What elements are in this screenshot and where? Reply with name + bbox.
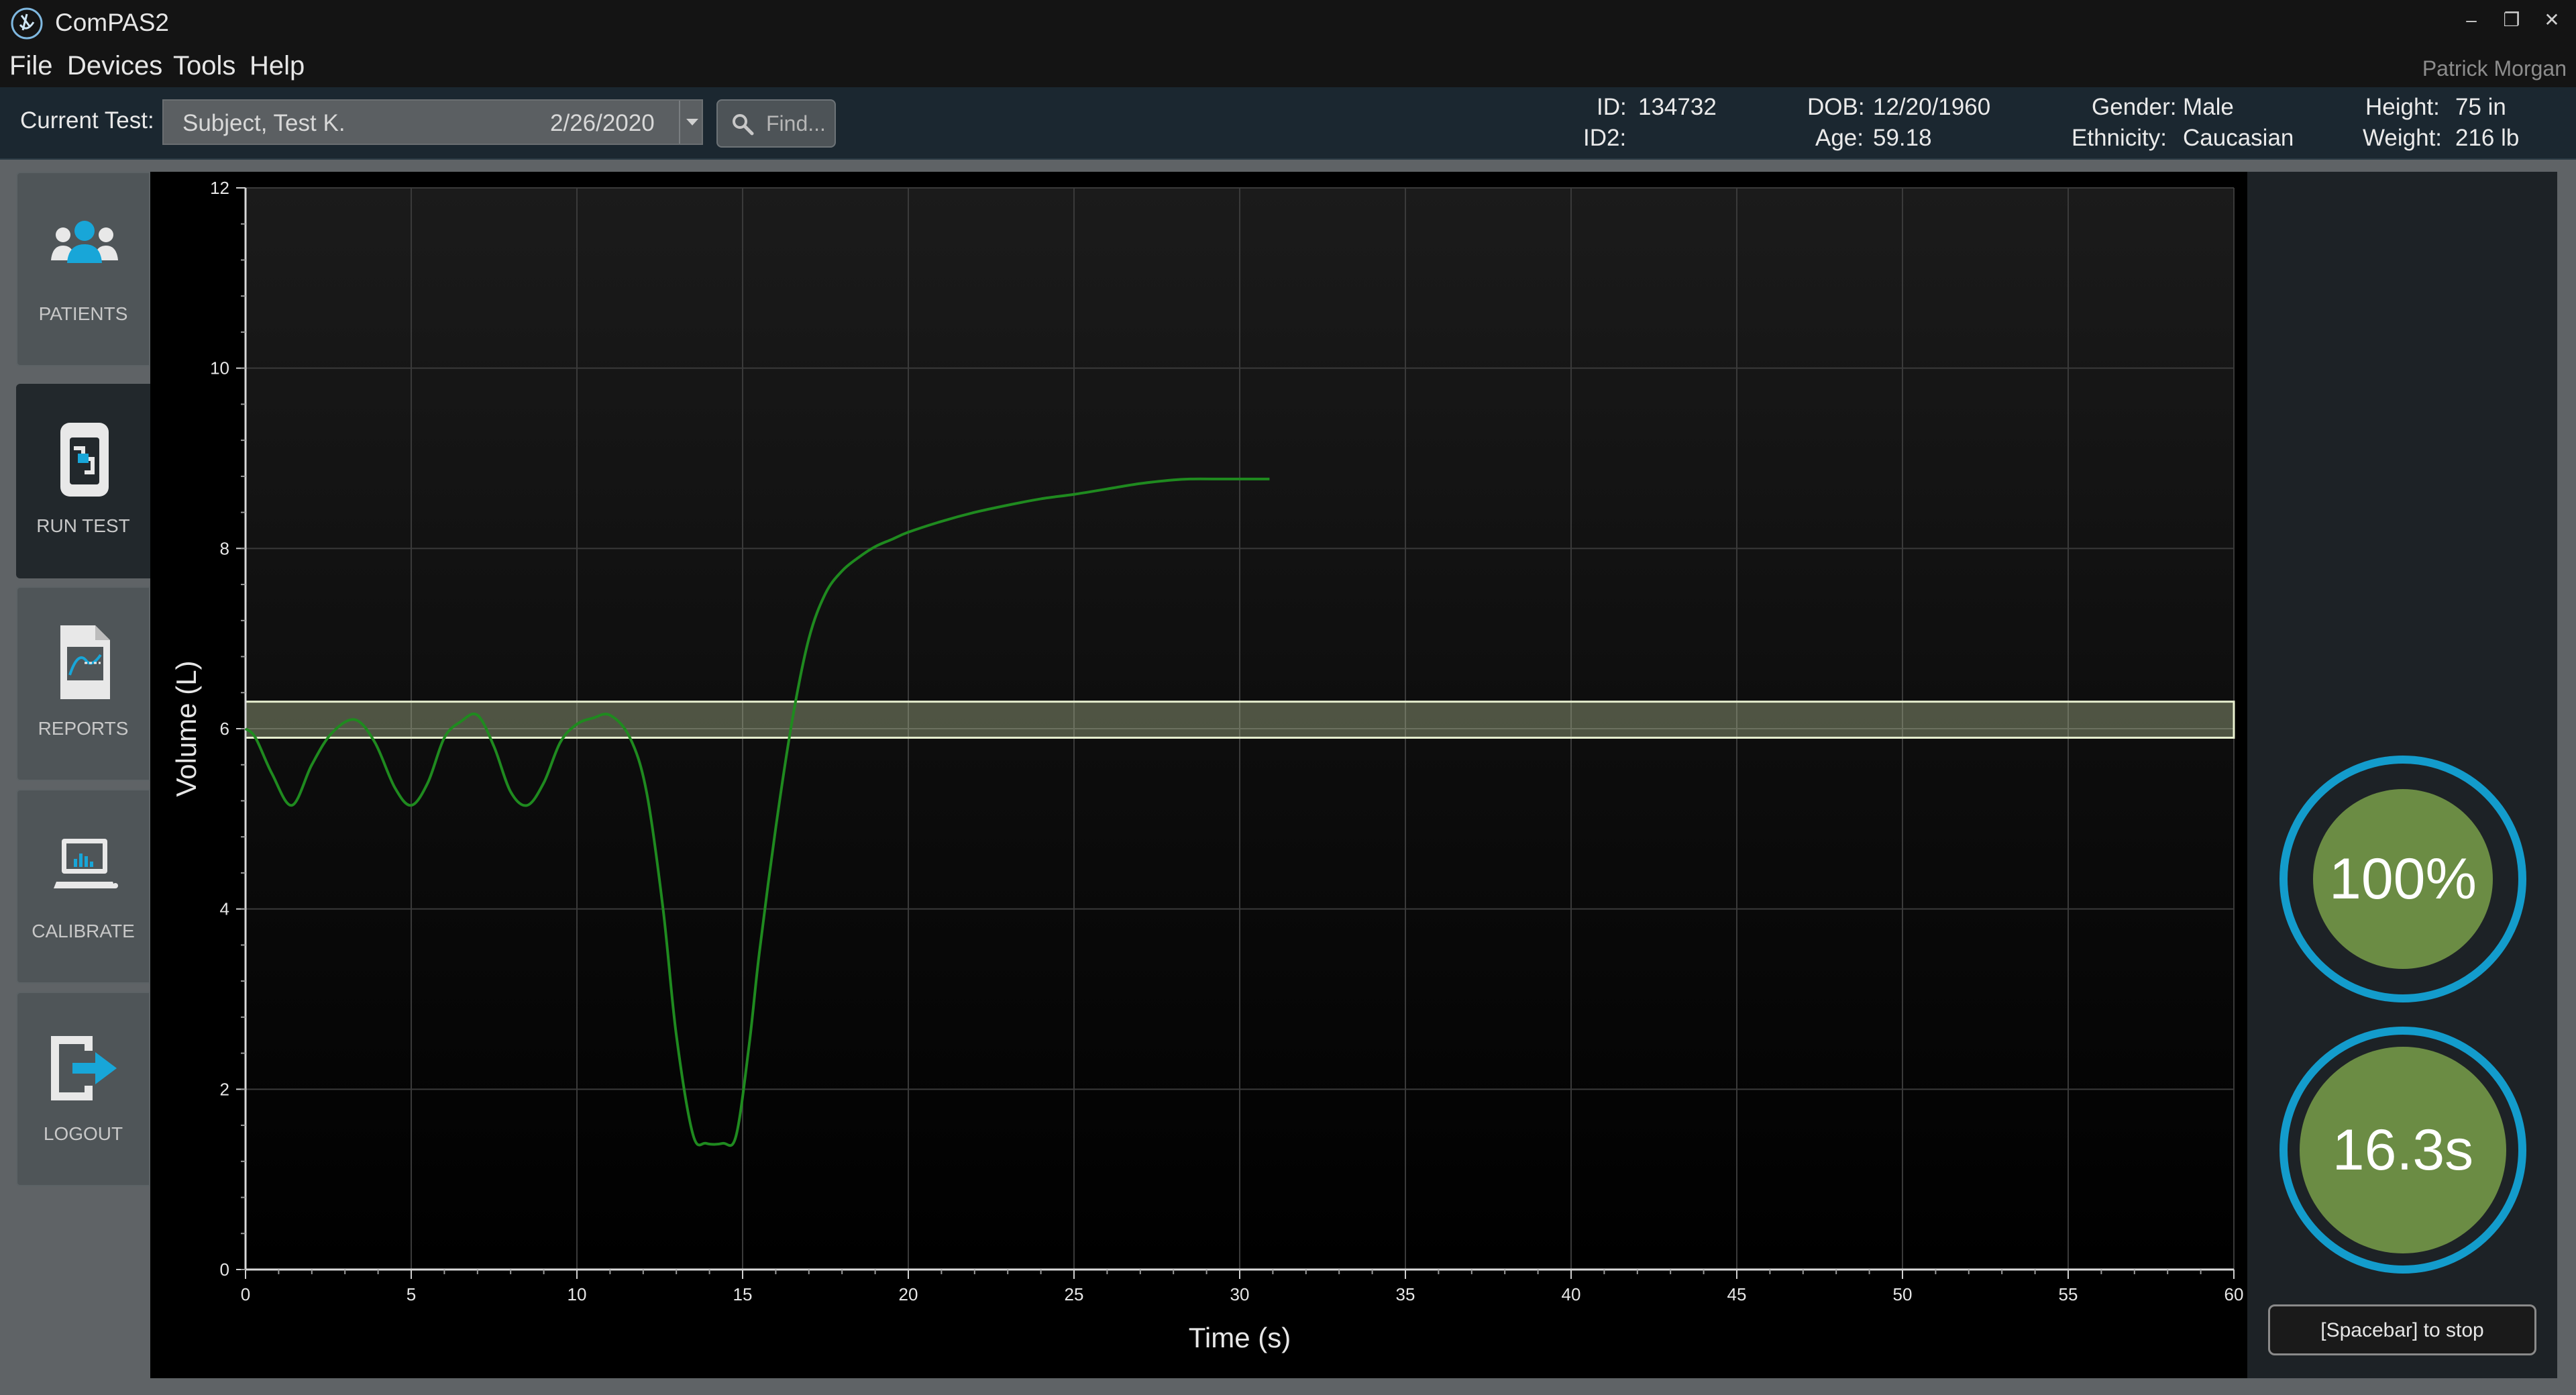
x-tick-label: 30 <box>1230 1284 1250 1304</box>
right-panel: 100% 16.3s [Spacebar] to stop <box>2247 172 2557 1378</box>
ethnicity-label: Ethnicity: <box>2072 125 2167 151</box>
sidebar-label-calibrate: CALIBRATE <box>32 921 135 941</box>
gender-value: Male <box>2183 94 2234 120</box>
y-axis-label: Volume (L) <box>170 660 202 796</box>
x-tick-label: 60 <box>2224 1284 2244 1304</box>
sidebar-label-patients: PATIENTS <box>38 303 128 324</box>
calibrate-icon <box>54 839 118 888</box>
app-title: ComPAS2 <box>55 9 169 36</box>
y-tick-label: 6 <box>220 719 229 739</box>
sidebar-item-calibrate[interactable]: CALIBRATE <box>16 789 150 984</box>
height-value: 75 in <box>2455 94 2506 120</box>
patient-info-bar: Current Test: Subject, Test K. 2/26/2020… <box>0 87 2576 160</box>
x-tick-label: 25 <box>1065 1284 1084 1304</box>
time-value: 16.3s <box>2300 1047 2506 1253</box>
current-test-label: Current Test: <box>20 107 154 134</box>
ethnicity-value: Caucasian <box>2183 125 2294 151</box>
percent-gauge: 100% <box>2279 756 2526 1002</box>
weight-value: 216 lb <box>2455 125 2520 151</box>
sidebar-item-run-test[interactable]: RUN TEST <box>16 384 150 578</box>
x-tick-label: 55 <box>2059 1284 2078 1304</box>
percent-value: 100% <box>2313 789 2493 969</box>
find-button[interactable]: Find... <box>716 99 836 148</box>
test-date: 2/26/2020 <box>550 110 655 136</box>
x-axis-label: Time (s) <box>1189 1322 1291 1353</box>
close-button[interactable]: ✕ <box>2533 5 2571 35</box>
x-tick-label: 0 <box>241 1284 250 1304</box>
x-tick-label: 35 <box>1396 1284 1415 1304</box>
patients-icon <box>51 221 118 263</box>
target-band <box>244 701 2235 739</box>
height-label: Height: <box>2365 94 2440 120</box>
y-tick-label: 2 <box>220 1079 229 1099</box>
gender-label: Gender: <box>2092 94 2177 120</box>
age-value: 59.18 <box>1873 125 1932 151</box>
menu-help[interactable]: Help <box>250 51 305 81</box>
y-tick-label: 12 <box>210 178 229 198</box>
find-label: Find... <box>766 111 826 136</box>
x-tick-label: 10 <box>568 1284 587 1304</box>
menu-bar: File Devices Tools Help Patrick Morgan <box>0 47 2576 87</box>
sidebar-label-logout: LOGOUT <box>43 1123 123 1144</box>
y-tick-label: 0 <box>220 1259 229 1280</box>
y-tick-label: 8 <box>220 538 229 558</box>
app-logo-icon <box>11 7 43 40</box>
time-gauge: 16.3s <box>2279 1027 2526 1274</box>
user-name[interactable]: Patrick Morgan <box>2422 56 2567 81</box>
current-test-select[interactable]: Subject, Test K. 2/26/2020 <box>162 99 703 145</box>
target-band-rect <box>244 701 2235 739</box>
x-tick-label: 5 <box>407 1284 416 1304</box>
chevron-down-icon[interactable] <box>679 101 704 144</box>
id-value: 134732 <box>1638 94 1717 120</box>
weight-label: Weight: <box>2363 125 2443 151</box>
id-label: ID: <box>1597 94 1627 120</box>
sidebar-label-reports: REPORTS <box>38 718 129 739</box>
dob-value: 12/20/1960 <box>1873 94 1991 120</box>
stop-button[interactable]: [Spacebar] to stop <box>2268 1304 2536 1355</box>
menu-devices[interactable]: Devices <box>67 51 162 81</box>
y-tick-label: 10 <box>210 358 229 378</box>
menu-tools[interactable]: Tools <box>173 51 235 81</box>
restore-button[interactable]: ❐ <box>2493 5 2530 35</box>
search-icon <box>733 114 754 136</box>
x-tick-label: 45 <box>1727 1284 1747 1304</box>
y-tick-label: 4 <box>220 899 229 919</box>
subject-name: Subject, Test K. <box>182 110 345 136</box>
id2-label: ID2: <box>1583 125 1627 151</box>
volume-time-chart: 0 5 10 15 20 25 30 35 40 45 50 55 60 0 2 4 6 8 10 12 Time (… <box>150 172 2247 1378</box>
chart-svg: 0 5 10 15 20 25 30 35 40 45 50 55 60 0 2 4 6 8 10 12 Time (… <box>170 178 2244 1353</box>
run-test-icon <box>60 423 109 497</box>
sidebar-label-run-test: RUN TEST <box>36 515 130 536</box>
x-tick-label: 50 <box>1893 1284 1913 1304</box>
sidebar-item-patients[interactable]: PATIENTS <box>16 172 150 366</box>
menu-file[interactable]: File <box>9 51 52 81</box>
x-tick-label: 40 <box>1562 1284 1581 1304</box>
x-tick-label: 20 <box>899 1284 918 1304</box>
logout-icon <box>51 1036 117 1100</box>
dob-label: DOB: <box>1807 94 1865 120</box>
x-tick-label: 15 <box>733 1284 753 1304</box>
minimize-button[interactable]: – <box>2453 5 2490 35</box>
title-bar: ComPAS2 – ❐ ✕ <box>0 0 2576 47</box>
sidebar-item-logout[interactable]: LOGOUT <box>16 992 150 1186</box>
sidebar-item-reports[interactable]: REPORTS <box>16 586 150 781</box>
reports-icon <box>60 625 110 699</box>
age-label: Age: <box>1815 125 1864 151</box>
